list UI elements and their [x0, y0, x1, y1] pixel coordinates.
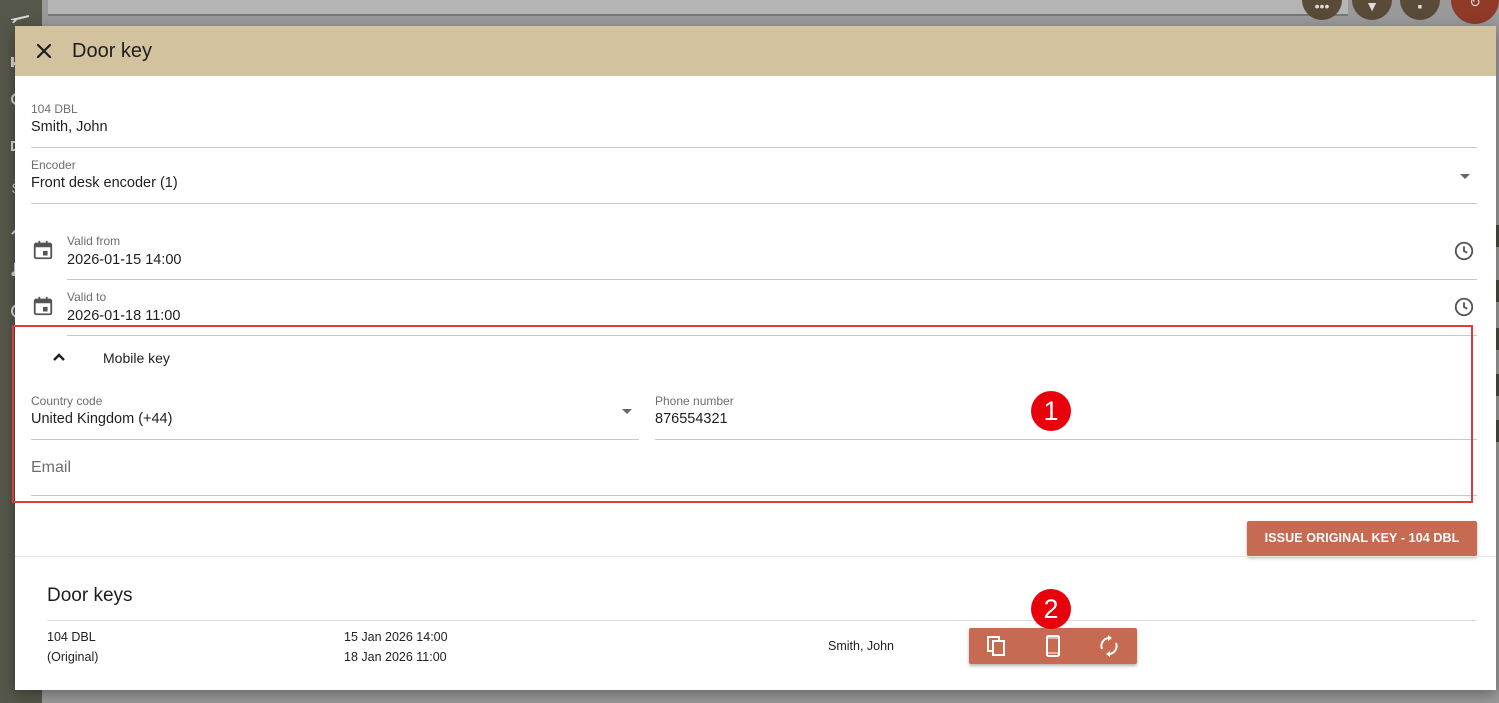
valid-to-label: Valid to: [67, 290, 107, 304]
annotation-marker-1: 1: [1031, 391, 1071, 431]
key-actions: [969, 628, 1137, 664]
key-room: 104 DBL: [47, 630, 96, 644]
annotation-marker-2: 2: [1031, 589, 1071, 629]
mobile-phone-icon[interactable]: [1041, 634, 1065, 658]
clock-icon[interactable]: [1453, 240, 1475, 262]
key-valid-to: 18 Jan 2026 11:00: [344, 650, 447, 664]
annotation-highlight-box: [12, 325, 1473, 503]
encoder-label: Encoder: [31, 158, 76, 172]
encoder-value: Front desk encoder (1): [31, 175, 178, 191]
refresh-icon: ↻: [1451, 0, 1499, 24]
encoder-select[interactable]: Encoder Front desk encoder (1): [31, 156, 1477, 204]
door-keys-divider: [47, 620, 1477, 621]
clock-icon[interactable]: [1453, 296, 1475, 318]
copy-icon[interactable]: [984, 634, 1008, 658]
door-keys-title: Door keys: [47, 585, 133, 606]
dialog-header: Door key: [15, 26, 1496, 76]
key-guest: Smith, John: [828, 639, 895, 653]
plane-icon: [11, 15, 29, 23]
key-kind: (Original): [47, 650, 99, 664]
door-key-dialog: Door key 104 DBL Smith, John Encoder Fro…: [12, 26, 1496, 690]
valid-to-value: 2026-01-18 11:00: [67, 308, 181, 324]
guest-name: Smith, John: [31, 119, 108, 135]
more-icon: •••: [1302, 0, 1342, 20]
sync-icon[interactable]: [1097, 634, 1121, 658]
close-icon[interactable]: [32, 39, 56, 63]
valid-from-value: 2026-01-15 14:00: [67, 252, 182, 268]
chevron-down-icon[interactable]: [1460, 174, 1470, 179]
issue-original-key-button[interactable]: ISSUE ORIGINAL KEY - 104 DBL: [1247, 521, 1477, 556]
key-valid-from: 15 Jan 2026 14:00: [344, 630, 448, 644]
print-icon: ▪: [1400, 0, 1440, 20]
valid-from-field[interactable]: Valid from 2026-01-15 14:00: [67, 232, 1477, 280]
background-toolbar: [48, 0, 1348, 16]
room-guest-field: 104 DBL Smith, John: [31, 100, 1477, 148]
room-label: 104 DBL: [31, 102, 78, 116]
download-icon: ▼: [1352, 0, 1392, 20]
valid-from-label: Valid from: [67, 234, 121, 248]
calendar-icon[interactable]: [32, 295, 54, 317]
section-divider: [15, 556, 1496, 557]
dialog-title: Door key: [72, 40, 153, 62]
calendar-icon[interactable]: [32, 239, 54, 261]
